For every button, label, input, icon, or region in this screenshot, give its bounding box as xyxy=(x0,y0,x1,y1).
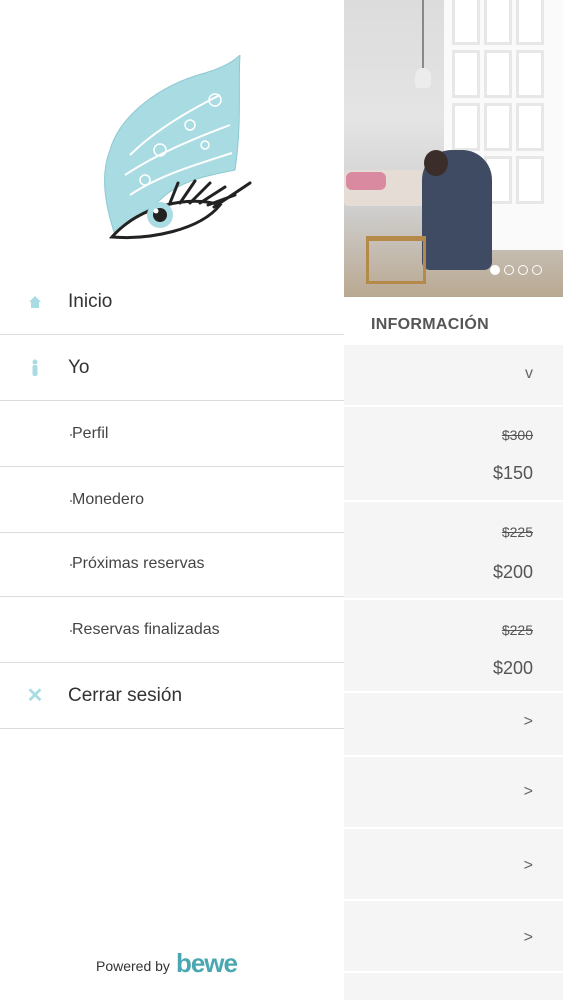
service-row[interactable]: $225 $200 xyxy=(344,600,563,693)
menu-item-reservas-finalizadas[interactable]: Reservas finalizadas xyxy=(0,597,344,663)
side-table xyxy=(366,236,426,284)
carousel-indicator[interactable] xyxy=(490,265,542,275)
person-icon xyxy=(28,359,42,377)
menu-item-label: Próximas reservas xyxy=(72,554,205,572)
service-row[interactable]: $300 $150 xyxy=(344,407,563,502)
butterfly-eye-logo xyxy=(104,55,252,239)
menu-item-label: Reservas finalizadas xyxy=(72,620,220,638)
background-content: INFORMACIÓN v $300 $150 $225 $200 $225 $… xyxy=(344,0,563,1000)
menu-item-proximas-reservas[interactable]: Próximas reservas xyxy=(0,531,344,597)
chevron-right-icon: > xyxy=(523,929,533,946)
carousel-dot[interactable] xyxy=(518,265,528,275)
close-icon: ✕ xyxy=(26,685,44,707)
menu-item-label: Perfil xyxy=(72,424,109,442)
menu-item-cerrar-sesion[interactable]: ✕ Cerrar sesión xyxy=(0,663,344,729)
price: $200 xyxy=(492,562,533,582)
bewe-logo: bewe xyxy=(175,948,238,978)
service-row[interactable]: $225 $200 xyxy=(344,502,563,600)
carousel-dot[interactable] xyxy=(532,265,542,275)
old-price: $300 xyxy=(501,427,533,443)
lamp xyxy=(415,68,431,88)
menu-item-inicio[interactable]: Inicio xyxy=(0,269,344,335)
powered-by[interactable]: Powered by bewe xyxy=(96,948,238,978)
menu-item-perfil[interactable]: Perfil xyxy=(0,401,344,467)
powered-by-text: Powered by xyxy=(96,958,170,974)
nav-row[interactable]: > xyxy=(344,757,563,829)
chevron-right-icon: > xyxy=(523,857,533,874)
old-price: $225 xyxy=(501,622,533,638)
chevron-down-icon: v xyxy=(525,365,533,382)
price: $150 xyxy=(492,463,533,483)
menu-item-yo[interactable]: Yo xyxy=(0,335,344,401)
menu-item-label: Cerrar sesión xyxy=(68,684,183,706)
carousel-dot[interactable] xyxy=(490,265,500,275)
home-icon xyxy=(28,293,42,311)
section-title: INFORMACIÓN xyxy=(371,316,489,333)
price: $200 xyxy=(492,658,533,678)
menu-item-label: Monedero xyxy=(72,490,145,508)
salon-photo[interactable] xyxy=(344,0,563,297)
old-price: $225 xyxy=(501,524,533,540)
carousel-dot[interactable] xyxy=(504,265,514,275)
nav-row[interactable]: > xyxy=(344,829,563,901)
menu-item-label: Yo xyxy=(68,356,90,378)
nav-row[interactable]: > xyxy=(344,693,563,757)
navigation-drawer: Inicio Yo Perfil Monedero Próximas reser… xyxy=(0,0,344,1000)
chevron-right-icon: > xyxy=(523,783,533,800)
menu-item-monedero[interactable]: Monedero xyxy=(0,467,344,533)
nav-row[interactable]: > xyxy=(344,901,563,973)
info-expand-row[interactable]: v xyxy=(344,345,563,407)
chevron-right-icon: > xyxy=(523,713,533,730)
menu-item-label: Inicio xyxy=(68,290,113,312)
